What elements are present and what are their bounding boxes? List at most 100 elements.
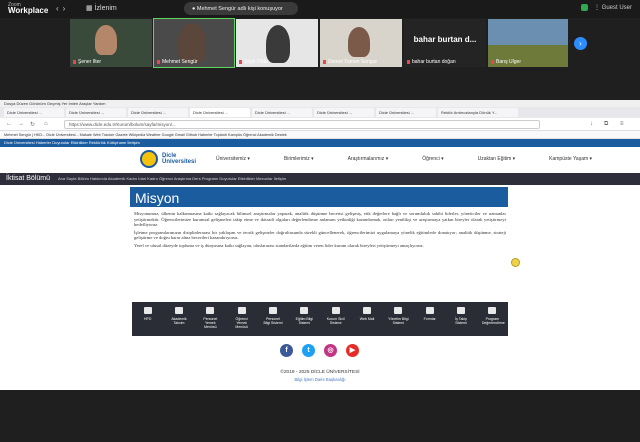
url-bar[interactable]: https://www.dicle.edu.tr/Kurum/bolum/say… [64,120,540,129]
back-icon[interactable]: ← [6,121,12,127]
bookmarks-bar[interactable]: Mehmet Sengür | HKD... Dicle Üniversites… [0,131,640,139]
quick-link-label: Formlar [423,317,436,321]
department-menu[interactable]: Ana Sayfa Bölüm Hakkında Akademik Kadro … [58,176,286,181]
participant-tile[interactable]: Demet Yaman Sengur [320,19,402,67]
menu-item[interactable]: Uzaktan Eğitim ▾ [478,156,516,162]
calendar-icon [175,307,183,314]
quick-link[interactable]: Web Mail [357,302,378,336]
university-seal-icon[interactable] [140,150,158,168]
footer-credit[interactable]: Bilgi İşlem Daire Başkanlığı [0,377,640,382]
quick-link[interactable]: Formlar [419,302,440,336]
participant-tile[interactable]: Şener Ilter [70,19,152,67]
fork-knife-icon [237,307,246,314]
zoom-logo: Zoom Workplace [8,2,48,15]
quick-links: HPD Akademik Takvim Personel Yemek Menüsü Ö… [132,302,508,336]
participant-strip: Şener Ilter Mehmet Sengür Şeyh Ordu Deme… [70,18,568,68]
paragraph: Yerel ve ulusal düzeyde topluma ve iş dü… [134,242,424,248]
browser-tab[interactable]: Dicle Üniversitesi ... [4,108,64,117]
quick-link[interactable]: Öğrenci Yemek Menüsü [231,302,252,336]
menu-item[interactable]: Araştırmalarımız ▾ [348,156,389,162]
checklist-icon [488,307,497,314]
speaking-indicator[interactable]: ● Mehmet Sengür adlı kişi konuşuyor [184,2,298,15]
quick-link-label: Web Mail [359,317,375,321]
extensions-icon[interactable]: ⧉ [604,121,608,128]
quick-links-bar: HPD Akademik Takvim Personel Yemek Menüsü Ö… [0,302,640,336]
participant-tile[interactable]: bahar burtan d... bahar burtan doğan [404,19,486,67]
quick-link[interactable]: Yönetim Bilgi Sistemi [388,302,409,336]
shared-screen: Dosya Düzen Görünüm Geçmiş Yer İmleri Ar… [0,100,640,390]
site-topbar[interactable]: Dicle Üniversitesi Haberler Duyurular Et… [0,139,640,147]
back-arrow-icon[interactable]: ‹ [56,4,63,13]
menu-item[interactable]: Öğrenci ▾ [422,156,443,162]
menu-icon[interactable]: ⋮ [594,5,602,11]
participant-tile-active[interactable]: Mehmet Sengür [153,18,235,68]
home-link[interactable]: ▦ İzlenim [86,4,117,12]
home-icon[interactable]: ⌂ [44,121,48,127]
participant-video [348,27,370,57]
forward-arrow-icon[interactable]: › [63,4,70,13]
participant-name: bahar burtan doğan [407,59,456,65]
youtube-icon[interactable]: ▶ [346,344,359,357]
browser-tab[interactable]: Dicle Üniversitesi ... [252,108,312,117]
browser-tab[interactable]: Dicle Üniversitesi ... [128,108,188,117]
browser-tab[interactable]: Dicle Üniversitesi ... [376,108,436,117]
chart-icon [394,307,403,314]
forward-icon[interactable]: → [18,121,24,127]
form-icon [425,307,434,314]
quick-link-label: Akademik Takvim [171,317,187,325]
zoom-user-area[interactable]: ⋮ Guest User [580,4,632,11]
speaking-text: Mehmet Sengür adlı kişi konuşuyor [196,6,283,12]
quick-link-label: Personel Yemek Menüsü [203,317,218,329]
task-icon [457,307,465,314]
participant-tile[interactable]: Barış Ulger [488,19,568,67]
instagram-icon[interactable]: ◎ [324,344,337,357]
quick-link[interactable]: Personel Yemek Menüsü [200,302,221,336]
download-icon[interactable]: ↓ [590,121,593,127]
menu-item[interactable]: Kampüste Yaşam ▾ [549,156,592,162]
quick-link[interactable]: Personel Bilgi Sistemi [263,302,284,336]
history-nav[interactable]: ‹› [56,4,69,13]
department-title[interactable]: İktisat Bölümü [6,175,50,182]
quick-link-label: İş Takip Sistemi [455,317,467,325]
muted-mic-icon [73,59,76,64]
zoom-window: Zoom Workplace ‹› ▦ İzlenim ● Mehmet Sen… [0,0,640,442]
participant-name: Şeyh Ordu [239,59,268,65]
chevron-right-icon: › [579,39,582,48]
menu-item[interactable]: Üniversitemiz ▾ [216,156,250,162]
browser-menubar[interactable]: Dosya Düzen Görünüm Geçmiş Yer İmleri Ar… [0,100,640,107]
quick-link-label: Yönetim Bilgi Sistemi [388,317,409,325]
browser-tab[interactable]: Dicle Üniversitesi ... [314,108,374,117]
building-icon [331,307,340,314]
quick-link-label: Program Değerlendirme [481,317,505,325]
muted-mic-icon [157,59,160,64]
browser-tab[interactable]: Dicle Üniversitesi ... [66,108,126,117]
quick-link[interactable]: Program Değerlendirme [481,302,505,336]
quick-link[interactable]: HPD [137,302,158,336]
menu-item[interactable]: Birimlerimiz ▾ [284,156,314,162]
quick-link[interactable]: Eğitim Bilgi Sistemi [294,302,315,336]
participant-tile[interactable]: Şeyh Ordu [236,19,318,67]
quick-link[interactable]: İş Takip Sistemi [451,302,472,336]
hamburger-menu-icon[interactable]: ≡ [620,121,624,127]
quick-link-label: Personel Bilgi Sistemi [263,317,283,325]
browser-tab-selected[interactable]: Dicle Üniversitesi ... [190,108,250,117]
database-icon [269,307,277,314]
quick-link[interactable]: Kurum Sicil Sistemi [325,302,346,336]
participant-name: Şener Ilter [73,59,101,65]
fork-knife-icon [206,307,215,314]
paragraph: Misyonumuz, ülkenin kalkınmasına katkı s… [134,211,506,228]
grid-icon: ▦ [86,5,95,12]
university-logo-text[interactable]: Dicle Üniversitesi [162,153,202,165]
participant-video [178,23,206,63]
quick-link[interactable]: Akademik Takvim [169,302,190,336]
facebook-icon[interactable]: f [280,344,293,357]
browser-tab[interactable]: Rektör Ambrozlarıyla Dönük Y... [438,108,518,117]
participant-name: Barış Ulger [491,59,521,65]
quick-link-label: Kurum Sicil Sistemi [326,317,345,325]
site-main-menu: Üniversitemiz ▾ Birimlerimiz ▾ Araştırmala… [216,156,626,162]
quick-link-label: Öğrenci Yemek Menüsü [235,317,248,329]
next-participants-button[interactable]: › [574,37,587,50]
zoom-top-bar: Zoom Workplace ‹› ▦ İzlenim ● Mehmet Sen… [0,0,640,18]
reload-icon[interactable]: ↻ [30,121,35,128]
twitter-icon[interactable]: t [302,344,315,357]
